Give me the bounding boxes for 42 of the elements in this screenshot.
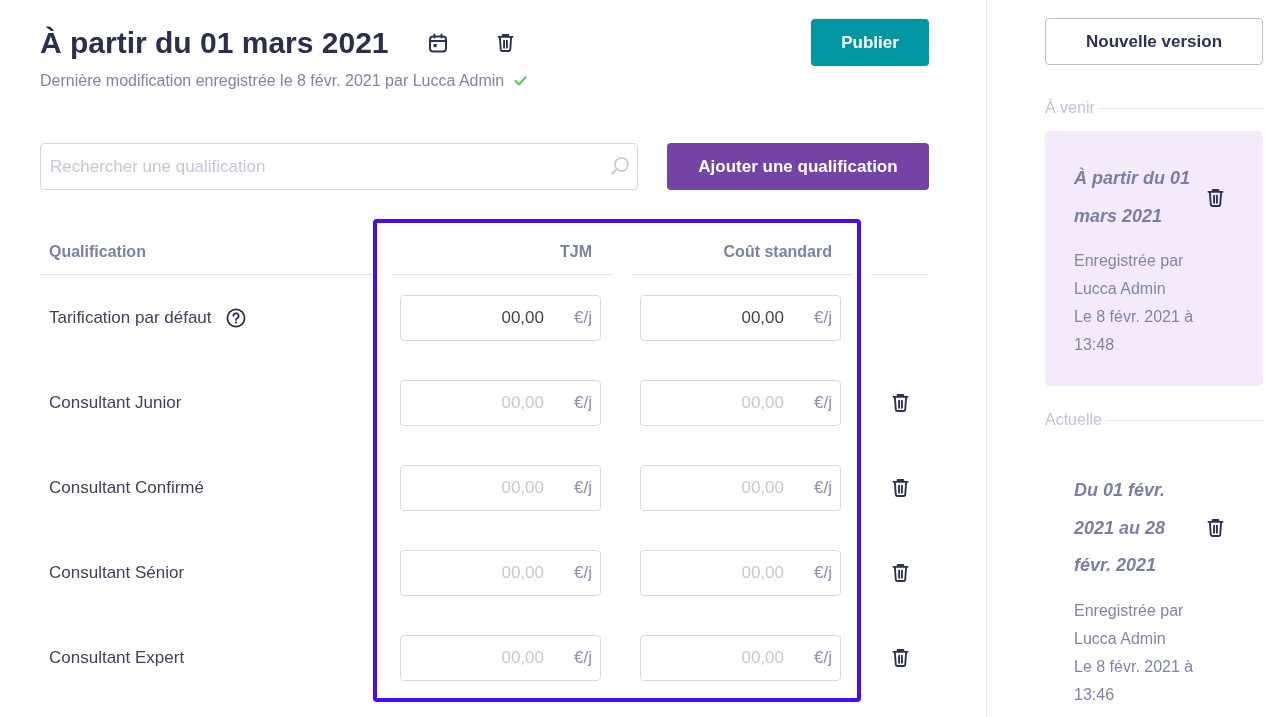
version-saved-time: Le 8 févr. 2021 à 13:48 xyxy=(1074,307,1195,355)
trash-icon[interactable] xyxy=(496,33,514,53)
unit-label: €/j xyxy=(574,647,592,668)
trash-icon[interactable] xyxy=(891,562,909,583)
version-saved-time: Le 8 févr. 2021 à 13:46 xyxy=(1074,656,1195,705)
unit-label: €/j xyxy=(814,477,832,498)
unit-label: €/j xyxy=(574,477,592,498)
qualification-name: Consultant Expert xyxy=(49,647,185,668)
new-version-button[interactable]: Nouvelle version xyxy=(1045,18,1263,65)
search-field[interactable]: Rechercher une qualification xyxy=(40,143,638,190)
search-icon xyxy=(610,156,630,176)
trash-icon[interactable] xyxy=(891,477,909,498)
trash-icon[interactable] xyxy=(1207,518,1224,539)
section-label: Actuelle xyxy=(1045,410,1102,430)
qualification-name: Consultant Junior xyxy=(49,392,182,413)
publish-button[interactable]: Publier xyxy=(811,19,929,66)
unit-label: €/j xyxy=(574,307,592,328)
add-qualification-button[interactable]: Ajouter une qualification xyxy=(667,143,929,190)
qualification-name: Tarification par défaut xyxy=(49,307,212,328)
unit-label: €/j xyxy=(814,392,832,413)
section-label: À venir xyxy=(1045,97,1095,118)
unit-label: €/j xyxy=(574,392,592,413)
qualification-name: Consultant Sénior xyxy=(49,562,185,583)
trash-icon[interactable] xyxy=(891,647,909,668)
unit-label: €/j xyxy=(574,562,592,583)
column-header: Qualification xyxy=(49,243,146,261)
column-header: TJM xyxy=(560,243,592,261)
version-author: Enregistrée par Lucca Admin xyxy=(1074,251,1185,299)
version-title: À partir du 01 mars 2021 xyxy=(1074,166,1192,228)
qualification-name: Consultant Confirmé xyxy=(49,477,204,498)
version-author: Enregistrée par Lucca Admin xyxy=(1074,600,1185,649)
trash-icon[interactable] xyxy=(891,392,909,413)
version-card[interactable]: Du 01 févr. 2021 au 28 févr. 2021 Enregistrée par Lucca Admin Le 8 févr. 2021 à 13:46 xyxy=(1045,443,1263,717)
version-title: Du 01 févr. 2021 au 28 févr. 2021 xyxy=(1074,479,1167,577)
unit-label: €/j xyxy=(814,562,832,583)
column-header: Coût standard xyxy=(723,243,832,261)
calendar-icon[interactable] xyxy=(427,33,448,53)
trash-icon[interactable] xyxy=(1207,187,1224,208)
last-saved-note: Dernière modification enregistrée le 8 févr. 2021 par Lucca Admin xyxy=(40,71,505,91)
unit-label: €/j xyxy=(814,647,832,668)
unit-label: €/j xyxy=(814,307,832,328)
page-title: À partir du 01 mars 2021 xyxy=(40,25,389,61)
